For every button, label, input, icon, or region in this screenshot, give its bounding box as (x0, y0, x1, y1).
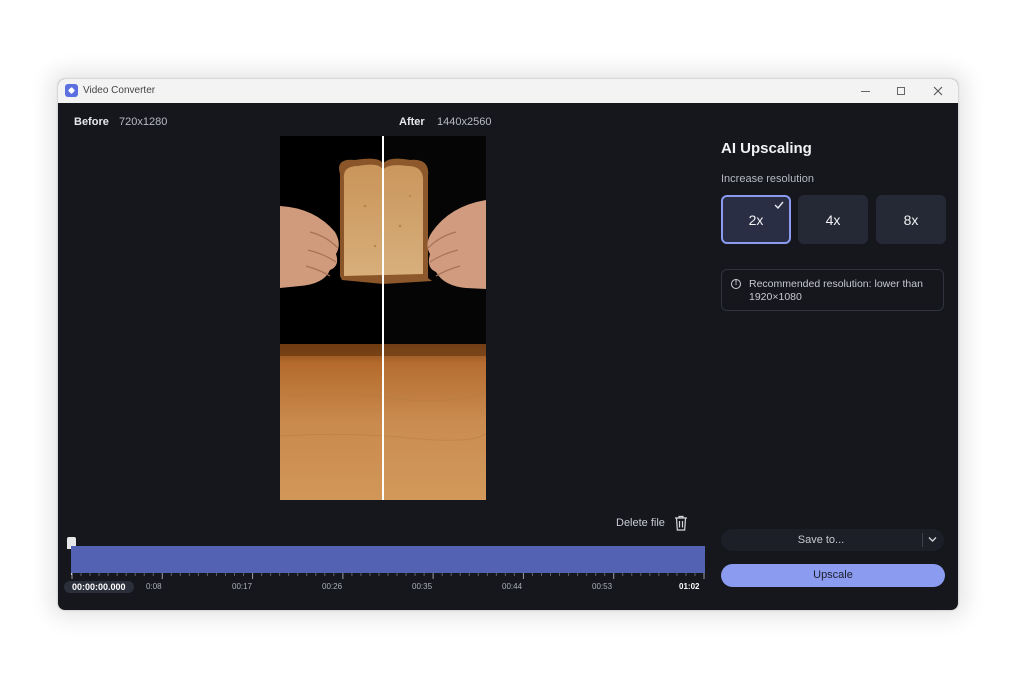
close-icon (933, 86, 943, 96)
scale-option-2x[interactable]: 2x (721, 195, 791, 244)
save-divider (922, 533, 923, 547)
window-title: Video Converter (83, 85, 156, 96)
save-to-label: Save to... (797, 534, 845, 546)
panel-title: AI Upscaling (721, 140, 812, 157)
check-icon (774, 201, 784, 209)
recommendation-notice: ! Recommended resolution: lower than 192… (721, 269, 944, 311)
app-window: Video Converter Before 720x1280 After 14… (58, 79, 958, 610)
panel-subtitle: Increase resolution (721, 173, 814, 185)
maximize-button[interactable] (883, 79, 919, 103)
compare-split-handle[interactable] (382, 136, 384, 500)
before-resolution: 720x1280 (119, 116, 168, 128)
info-icon: ! (731, 279, 741, 289)
maximize-icon (897, 87, 905, 95)
chevron-down-icon[interactable] (928, 536, 937, 543)
scale-option-label: 2x (748, 211, 764, 228)
app-logo-icon (65, 84, 78, 97)
scale-option-label: 8x (903, 211, 919, 228)
scale-option-label: 4x (825, 211, 841, 228)
minimize-icon (860, 90, 870, 92)
tick-label: 00:44 (502, 582, 523, 591)
timeline-ruler (71, 573, 705, 579)
before-label: Before (74, 116, 109, 128)
current-time: 00:00:00.000 (64, 581, 134, 593)
delete-file-button[interactable]: Delete file (616, 515, 688, 531)
scale-option-4x[interactable]: 4x (798, 195, 868, 244)
trash-icon (674, 515, 687, 531)
tick-label: 00:17 (232, 582, 253, 591)
tick-label: 0:08 (146, 582, 162, 591)
title-bar[interactable]: Video Converter (58, 79, 958, 103)
tick-label: 00:35 (412, 582, 433, 591)
after-resolution: 1440x2560 (437, 116, 492, 128)
after-half-overlay (384, 136, 486, 500)
recommendation-text: Recommended resolution: lower than 1920×… (749, 278, 923, 303)
tick-label: 00:53 (592, 582, 613, 591)
timeline-track[interactable] (71, 546, 705, 573)
close-button[interactable] (920, 79, 956, 103)
save-to-dropdown[interactable]: Save to... (721, 529, 944, 551)
minimize-button[interactable] (847, 79, 883, 103)
after-label: After (399, 116, 425, 128)
delete-file-label: Delete file (616, 517, 665, 529)
upscale-button[interactable]: Upscale (721, 564, 945, 587)
end-time: 01:02 (679, 582, 700, 591)
scale-option-8x[interactable]: 8x (876, 195, 946, 244)
tick-label: 00:26 (322, 582, 343, 591)
